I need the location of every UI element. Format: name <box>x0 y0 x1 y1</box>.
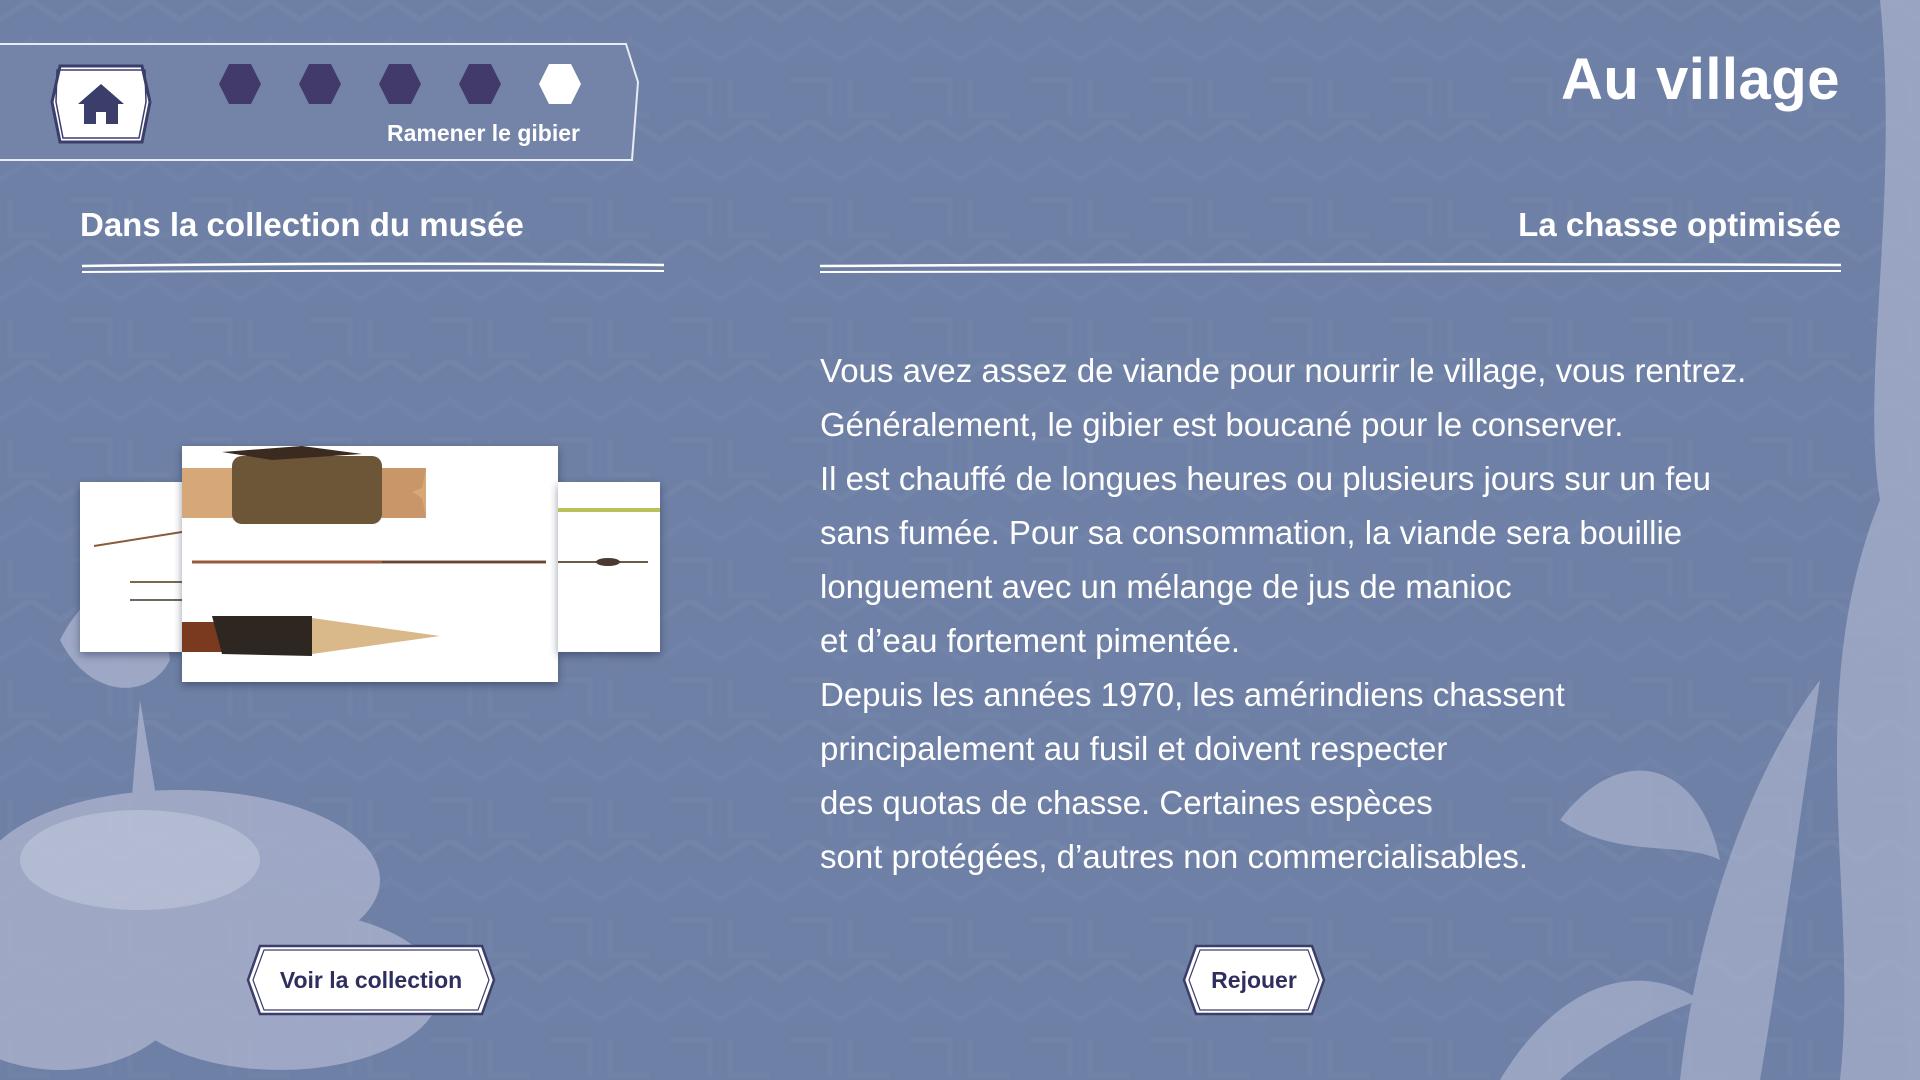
hexagon-filled-icon <box>299 64 341 104</box>
collection-carousel[interactable] <box>80 446 664 686</box>
arrow-artifact-image <box>80 482 182 652</box>
info-paragraph: Vous avez assez de viande pour nourrir l… <box>820 344 1820 884</box>
step-2 <box>298 62 342 106</box>
arrow-artifact-image <box>558 482 660 652</box>
home-button[interactable] <box>48 62 154 146</box>
info-line: Généralement, le gibier est boucané pour… <box>820 406 1624 443</box>
current-step-label: Ramener le gibier <box>386 120 580 146</box>
hexagon-white-icon <box>539 64 581 104</box>
collection-card-next[interactable] <box>558 482 660 652</box>
arrows-artifact-image <box>182 446 558 682</box>
info-line: Depuis les années 1970, les amérindiens … <box>820 676 1565 713</box>
info-section-title: La chasse optimisée <box>1518 206 1841 243</box>
info-line: sans fumée. Pour sa consommation, la via… <box>820 514 1683 551</box>
collection-card-previous[interactable] <box>80 482 182 652</box>
info-line: sont protégées, d’autres non commerciali… <box>820 838 1529 875</box>
collection-section-title: Dans la collection du musée <box>80 206 524 243</box>
step-5-current <box>538 62 582 106</box>
step-1 <box>218 62 262 106</box>
info-line: longuement avec un mélange de jus de man… <box>820 568 1512 605</box>
replay-label: Rejouer <box>1211 967 1297 993</box>
view-collection-label: Voir la collection <box>279 967 463 993</box>
hexagon-filled-icon <box>459 64 501 104</box>
info-line: Vous avez assez de viande pour nourrir l… <box>820 352 1747 389</box>
step-3 <box>378 62 422 106</box>
info-line: Il est chauffé de longues heures ou plus… <box>820 460 1711 497</box>
info-title-rule <box>820 262 1841 273</box>
collection-title-rule <box>82 262 664 273</box>
collection-card-current[interactable] <box>182 446 558 682</box>
replay-button[interactable]: Rejouer <box>1182 944 1326 1016</box>
info-line: des quotas de chasse. Certaines espèces <box>820 784 1433 821</box>
info-line: principalement au fusil et doivent respe… <box>820 730 1448 767</box>
view-collection-button[interactable]: Voir la collection <box>246 944 496 1016</box>
info-line: et d’eau fortement pimentée. <box>820 622 1241 659</box>
step-4 <box>458 62 502 106</box>
hexagon-filled-icon <box>379 64 421 104</box>
page-title: Au village <box>1561 47 1840 112</box>
hexagon-filled-icon <box>219 64 261 104</box>
progress-panel: Ramener le gibier <box>0 42 640 164</box>
